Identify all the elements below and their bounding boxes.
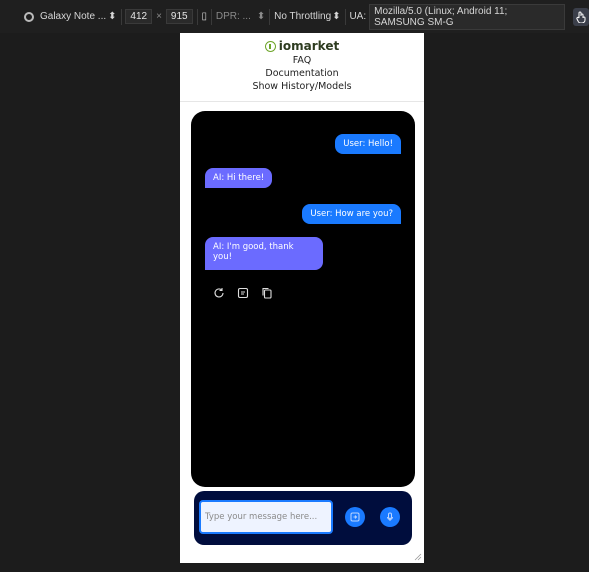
resize-handle-icon[interactable] [414,553,422,561]
message-actions [213,284,273,299]
height-input[interactable]: 915 [165,9,193,24]
dropdown-arrow-icon: ⬍ [332,11,341,22]
ua-input[interactable]: Mozilla/5.0 (Linux; Android 11; SAMSUNG … [369,3,566,30]
throttling-selector[interactable]: No Throttling ⬍ [274,11,340,22]
message-input[interactable] [199,500,333,534]
hand-icon [576,11,586,23]
brand-logo[interactable]: iomarket [180,33,424,54]
device-toolbar: Galaxy Note ... ⬍ 412 × 915 ▯ DPR: ... ⬍… [0,0,589,33]
iomarket-logo-icon [264,40,276,52]
device-icon [24,11,34,22]
mic-button[interactable] [380,507,400,527]
dimension-separator: × [156,11,162,22]
user-message: User: How are you? [302,204,401,224]
chat-panel[interactable]: User: Hello! AI: Hi there! User: How are… [191,111,415,487]
send-button[interactable] [345,507,365,527]
dpr-selector[interactable]: DPR: ... ⬍ [216,11,265,22]
ai-message: AI: I'm good, thank you! [205,237,323,270]
brand-name: iomarket [278,39,340,53]
send-icon [350,512,360,522]
copy-icon[interactable] [261,284,273,299]
nav-link-faq[interactable]: FAQ [180,54,424,67]
device-selector[interactable]: Galaxy Note ... ⬍ [24,11,117,22]
nav-link-documentation[interactable]: Documentation [180,67,424,80]
message-composer [194,491,412,545]
dpr-label: DPR: ... [215,11,251,22]
refresh-icon[interactable] [213,284,225,298]
divider [120,8,122,25]
divider [344,8,346,25]
mobile-viewport: iomarket FAQ Documentation Show History/… [180,33,424,563]
divider [210,8,212,25]
throttling-label: No Throttling [274,11,332,22]
divider [196,8,198,25]
site-header: iomarket FAQ Documentation Show History/… [180,33,424,102]
dropdown-arrow-icon: ⬍ [256,11,266,22]
user-message: User: Hello! [335,134,401,154]
nav-link-history-models[interactable]: Show History/Models [180,80,424,93]
touch-mode-button[interactable] [573,7,589,26]
mic-icon [387,512,393,521]
dropdown-arrow-icon: ⬍ [108,11,117,22]
device-name: Galaxy Note ... [40,11,107,22]
width-input[interactable]: 412 [125,9,153,24]
ua-label: UA: [349,11,367,22]
ai-message: AI: Hi there! [205,168,273,188]
divider [269,8,271,25]
feedback-icon[interactable] [237,284,249,299]
rotate-icon[interactable]: ▯ [201,11,207,22]
